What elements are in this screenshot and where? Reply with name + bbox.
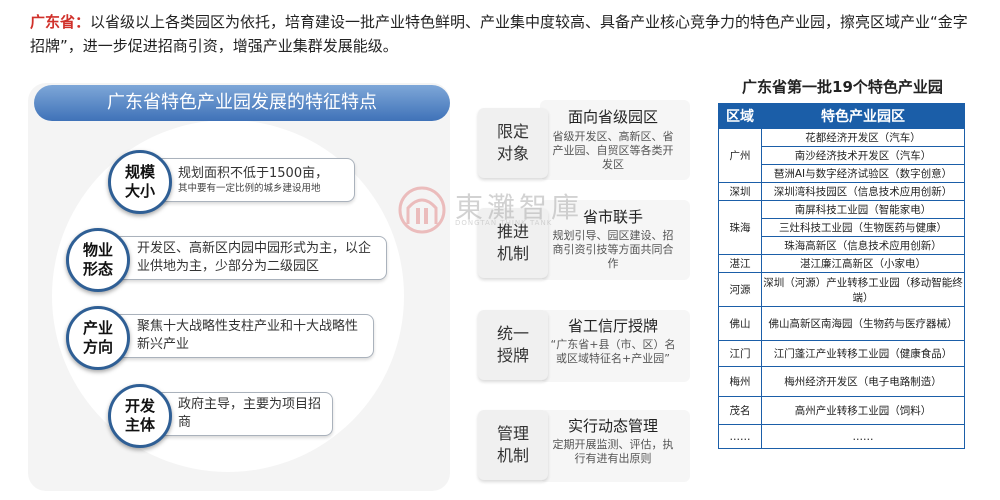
feature-box-direction: 聚焦十大战略性支柱产业和十大战略性新兴产业 [112, 314, 374, 358]
table-row: 珠海 南屏科技工业园（智能家电） [718, 200, 965, 255]
region-cell: 江门 [718, 340, 762, 367]
park-cell: 梅州经济开发区（电子电路制造） [761, 366, 965, 397]
park-cell: 高州产业转移工业园（饲料） [761, 396, 965, 425]
table-title: 广东省第一批19个特色产业园 [742, 78, 943, 96]
mechanism-label-3: 统一授牌 [478, 310, 548, 380]
features-title: 广东省特色产业园发展的特征特点 [34, 85, 450, 121]
feature-text: 政府主导，主要为项目招商 [178, 397, 322, 430]
feature-label-line1: 规模 [124, 163, 155, 181]
feature-circle-direction: 产业 方向 [66, 306, 130, 370]
feature-text: 规划面积不低于1500亩， [178, 166, 329, 181]
park-cell: 南沙经济技术开发区（汽车） [761, 146, 965, 165]
table-row: 江门 江门蓬江产业转移工业园（健康食品） [718, 340, 965, 367]
park-cell: 佛山高新区南海园（生物药与医疗器械） [761, 306, 965, 341]
feature-label-line2: 方向 [82, 338, 113, 356]
mechanism-label-text: 限定对象 [496, 122, 529, 163]
table-row: 茂名 高州产业转移工业园（饲料） [718, 396, 965, 425]
mechanism-title-1: 面向省级园区 [567, 108, 658, 126]
mechanism-desc-1: 省级开发区、高新区、省产业园、自贸区等各类开发区 [552, 130, 674, 171]
feature-circle-entity: 开发 主体 [108, 384, 172, 448]
intro-keyword: 广东省： [30, 13, 91, 31]
header-park: 特色产业园区 [761, 103, 965, 129]
region-cell: 梅州 [718, 366, 762, 397]
feature-circle-form: 物业 形态 [66, 228, 130, 292]
mechanism-label-text: 推进机制 [496, 222, 529, 263]
feature-label-line2: 形态 [82, 260, 113, 278]
header-region: 区域 [718, 103, 762, 129]
mechanism-title-4: 实行动态管理 [567, 417, 658, 435]
feature-label-line1: 开发 [124, 397, 155, 415]
table-row: 湛江 湛江廉江高新区（小家电） [718, 254, 965, 273]
table-row: 梅州 梅州经济开发区（电子电路制造） [718, 366, 965, 397]
region-cell: 深圳 [718, 182, 762, 201]
park-cell: …… [761, 424, 965, 449]
mechanism-label-1: 限定对象 [478, 108, 548, 178]
table-header-row: 区域 特色产业园区 [718, 103, 965, 129]
mechanism-label-text: 管理机制 [496, 424, 529, 465]
region-cell: 珠海 [718, 200, 762, 255]
feature-box-entity: 政府主导，主要为项目招商 [155, 392, 333, 436]
region-cell: …… [718, 424, 762, 449]
park-cell: 江门蓬江产业转移工业园（健康食品） [761, 340, 965, 367]
intro-paragraph: 广东省：以省级以上各类园区为依托，培育建设一批产业特色鲜明、产业集中度较高、具备… [30, 10, 980, 58]
feature-text: 开发区、高新区内园中园形式为主，以企业供地为主，少部分为二级园区 [137, 241, 372, 274]
park-cell: 南屏科技工业园（智能家电） [761, 200, 965, 219]
park-cell: 琶洲AI与数字经济试验区（数字创意） [761, 164, 965, 183]
parks-table: 区域 特色产业园区 广州 花都经济开发区（汽车） 南沙经济技术开发区（汽车） 琶洲… [718, 103, 965, 449]
feature-text: 聚焦十大战略性支柱产业和十大战略性新兴产业 [137, 319, 359, 352]
mechanism-label-text: 统一授牌 [496, 324, 529, 365]
feature-label-line2: 主体 [124, 416, 155, 434]
table-row: 河源 深圳（河源）产业转移工业园（移动智能终端） [718, 272, 965, 307]
feature-box-form: 开发区、高新区内园中园形式为主，以企业供地为主，少部分为二级园区 [112, 236, 387, 280]
region-cell: 广州 [718, 128, 762, 183]
region-cell: 茂名 [718, 396, 762, 425]
mechanism-label-4: 管理机制 [478, 410, 548, 480]
park-cell: 深圳湾科技园区（信息技术应用创新） [761, 182, 965, 201]
feature-label-line1: 产业 [82, 319, 113, 337]
region-cell: 河源 [718, 272, 762, 307]
table-row: 深圳 深圳湾科技园区（信息技术应用创新） [718, 182, 965, 201]
park-cell: 三灶科技工业园（生物医药与健康） [761, 218, 965, 237]
feature-note: 其中要有一定比例的城乡建设用地 [178, 183, 321, 194]
feature-label-line1: 物业 [82, 241, 113, 259]
watermark-logo-icon [398, 186, 446, 234]
mechanism-desc-2: 规划引导、园区建设、招商引资引技等方面共同合作 [552, 229, 674, 270]
feature-label-line2: 大小 [124, 182, 155, 200]
feature-box-scale: 规划面积不低于1500亩， 其中要有一定比例的城乡建设用地 [155, 158, 355, 202]
park-cell: 珠海高新区（信息技术应用创新） [761, 236, 965, 255]
intro-text: 以省级以上各类园区为依托，培育建设一批产业特色鲜明、产业集中度较高、具备产业核心… [30, 13, 968, 55]
table-row: 广州 花都经济开发区（汽车） [718, 128, 965, 183]
mechanism-title-3: 省工信厅授牌 [567, 317, 658, 335]
park-cell: 深圳（河源）产业转移工业园（移动智能终端） [761, 272, 965, 307]
feature-circle-scale: 规模 大小 [108, 150, 172, 214]
park-cell: 花都经济开发区（汽车） [761, 128, 965, 147]
park-cell: 湛江廉江高新区（小家电） [761, 254, 965, 273]
region-cell: 佛山 [718, 306, 762, 341]
table-row: 佛山 佛山高新区南海园（生物药与医疗器械） [718, 306, 965, 341]
region-cell: 湛江 [718, 254, 762, 273]
watermark-subtext: DONGTAN THINK TANK [455, 219, 553, 227]
table-row: ………… [718, 424, 965, 449]
mechanism-desc-4: 定期开展监测、评估，执行有进有出原则 [552, 438, 674, 465]
mechanism-desc-3: “广东省+县（市、区）名或区域特征名+产业园” [550, 338, 676, 365]
